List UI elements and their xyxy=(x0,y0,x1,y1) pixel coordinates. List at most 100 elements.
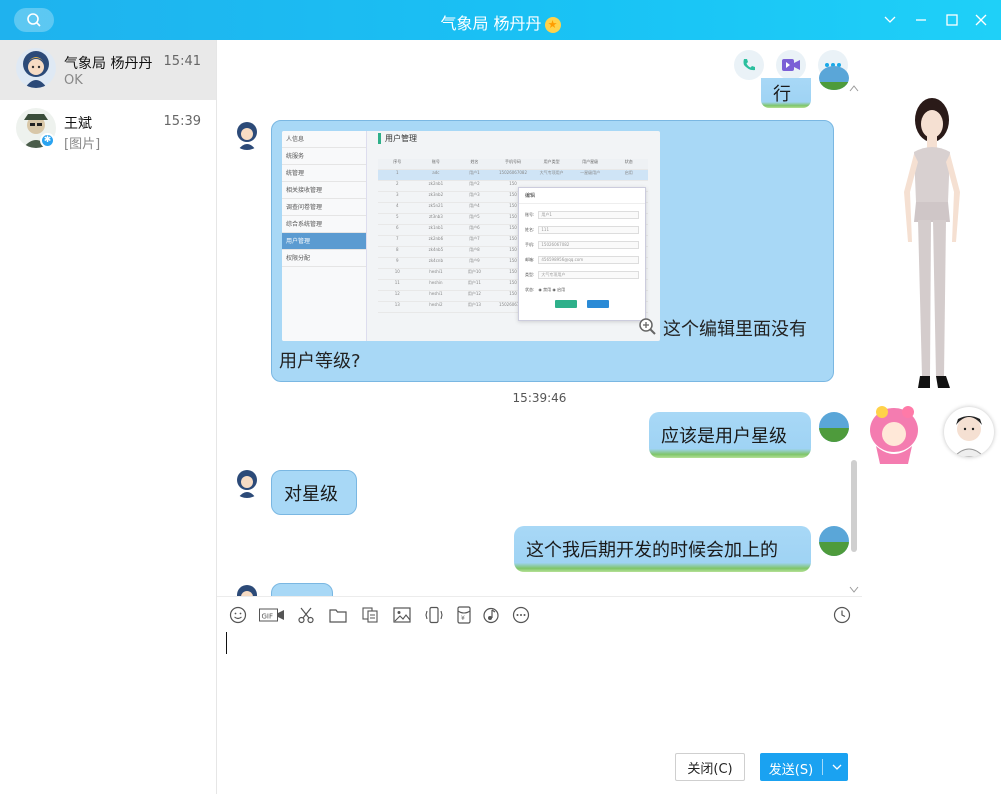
screenshot-dialog-title: 编辑 xyxy=(519,188,645,204)
screenshot-table-cell: 用户11 xyxy=(467,280,481,285)
contact-preview: OK xyxy=(64,73,83,88)
scroll-down-icon[interactable] xyxy=(849,586,859,594)
screenshot-table-cell: 用户12 xyxy=(467,291,481,296)
emoji-icon xyxy=(229,606,247,624)
screenshot-table-cell: adc xyxy=(432,170,440,175)
screenshot-table-cell: zk2nb1 xyxy=(428,181,444,186)
close-window-button[interactable] xyxy=(971,10,991,30)
contact-time: 15:41 xyxy=(163,54,201,69)
shake-icon xyxy=(425,606,443,624)
screenshot-dialog-field: 手机: 15026067082 xyxy=(525,241,639,249)
red-packet-button[interactable]: ¥ xyxy=(453,604,475,626)
send-button[interactable]: 发送(S) xyxy=(760,753,848,781)
send-options-button[interactable] xyxy=(826,753,848,781)
screenshot-table-cell: 用户星级 xyxy=(582,159,599,164)
chat-history[interactable]: 行 人信息 统服务 统管理 相关接收管理 调查问卷管理 综合系统管理 用户管理 … xyxy=(217,40,862,596)
contact-name: 气象局 杨丹丹 xyxy=(64,56,153,72)
shake-button[interactable] xyxy=(423,604,445,626)
screenshot-dialog-field: 邮箱: 456598956@qq.com xyxy=(525,256,639,264)
folder-icon xyxy=(329,609,347,623)
screenshot-dialog: 编辑 账号: 用户1 姓名: 111 手机: 15026067082 邮箱: 45659895… xyxy=(518,187,646,321)
message-bubble: 对星级 xyxy=(271,470,357,515)
screenshot-table-cell: 2 xyxy=(396,181,399,186)
screenshot-table-cell: zk4nb5 xyxy=(428,247,444,252)
scissors-icon xyxy=(298,607,314,624)
screenshot-table-cell: 用户13 xyxy=(467,302,481,307)
avatar xyxy=(232,120,262,150)
message-timestamp: 15:39:46 xyxy=(512,391,567,405)
screenshot-table-cell: 9 xyxy=(396,258,399,263)
screenshot-sidebar-item: 统服务 xyxy=(282,148,366,165)
screenshot-button[interactable] xyxy=(295,604,317,626)
gif-button[interactable]: GIF xyxy=(259,604,285,626)
music-icon xyxy=(483,607,499,624)
screenshot-table-cell: 大气专项用户 xyxy=(539,170,564,175)
screenshot-table-cell: 15026067082 xyxy=(499,170,528,175)
scrollbar[interactable] xyxy=(851,460,857,552)
minimize-icon xyxy=(916,19,926,21)
screenshot-image[interactable]: 人信息 统服务 统管理 相关接收管理 调查问卷管理 综合系统管理 用户管理 权限… xyxy=(282,131,660,341)
screenshot-dialog-field: 类型: 大气专项用户 xyxy=(525,271,639,279)
minimize-button[interactable] xyxy=(911,10,931,30)
screenshot-sidebar-item: 相关接收管理 xyxy=(282,182,366,199)
message-bubble: 应该是用户星级 xyxy=(649,412,811,458)
window-title-text: 气象局 杨丹丹 xyxy=(440,14,542,33)
input-toolbar: GIF ¥ xyxy=(217,596,862,632)
screenshot-table-cell: 用户5 xyxy=(469,214,480,219)
screenshot-sidebar-item: 用户管理 xyxy=(282,233,366,250)
screenshot-table-cell: 用户类型 xyxy=(543,159,560,164)
music-button[interactable] xyxy=(480,604,502,626)
avatar xyxy=(819,412,849,442)
show-panel xyxy=(862,40,1001,794)
screenshot-table-cell: 4 xyxy=(396,203,399,208)
message-input[interactable]: 关闭(C) 发送(S) xyxy=(217,632,862,794)
screenshot-table-cell: 用户1 xyxy=(469,170,480,175)
contact-item[interactable]: ✱ 王斌 15:39 [图片] xyxy=(0,100,216,160)
image-button[interactable] xyxy=(391,604,413,626)
screenshot-table-cell: 11 xyxy=(394,280,400,285)
screenshot-table-cell: 用户7 xyxy=(469,236,480,241)
avatar[interactable] xyxy=(944,407,994,457)
video-call-button[interactable] xyxy=(776,50,806,80)
close-button-label: 关闭(C) xyxy=(687,761,733,777)
scroll-up-icon[interactable] xyxy=(849,84,859,92)
screenshot-table-cell: 手机号码 xyxy=(505,159,522,164)
avatar xyxy=(819,66,849,90)
emoji-button[interactable] xyxy=(227,604,249,626)
screenshot-table-cell: 用户9 xyxy=(469,258,480,263)
file-button[interactable] xyxy=(327,604,349,626)
screenshot-table-cell: zk3nb2 xyxy=(428,192,444,197)
screenshot-table-cell: 10 xyxy=(394,269,400,274)
close-button[interactable]: 关闭(C) xyxy=(675,753,745,781)
message-bubble xyxy=(271,583,333,596)
maximize-button[interactable] xyxy=(942,10,962,30)
more-tools-button[interactable] xyxy=(510,604,532,626)
voice-call-button[interactable] xyxy=(734,50,764,80)
maximize-icon xyxy=(946,14,958,26)
screenshot-table-cell: 5 xyxy=(396,214,399,219)
contact-item[interactable]: 气象局 杨丹丹 15:41 OK xyxy=(0,40,216,100)
screenshot-table-cell: 账号 xyxy=(431,159,440,164)
screenshot-table-cell: 用户4 xyxy=(469,203,480,208)
screenshot-table-cell: 用户2 xyxy=(469,181,480,186)
collapse-button[interactable] xyxy=(880,10,900,30)
clock-icon xyxy=(833,606,851,624)
message-text: 行 xyxy=(773,84,791,105)
message-text: 用户等级? xyxy=(279,351,361,372)
doc-button[interactable] xyxy=(359,604,381,626)
zoom-in-icon[interactable] xyxy=(638,317,656,335)
contact-time: 15:39 xyxy=(163,114,201,129)
title-bar: 气象局 杨丹丹 ★ xyxy=(0,0,1001,40)
screenshot-table-cell: heshin xyxy=(429,280,443,285)
screenshot-table-cell: 一星级用户 xyxy=(580,170,601,175)
screenshot-table-cell: 用户10 xyxy=(467,269,481,274)
svg-text:GIF: GIF xyxy=(262,613,274,621)
message-text: 这个我后期开发的时候会加上的 xyxy=(526,540,778,561)
screenshot-table-cell: 6 xyxy=(396,225,399,230)
screenshot-table-cell: heshi1 xyxy=(429,291,443,296)
cartoon-character-icon xyxy=(870,406,918,464)
screenshot-table-cell: 状态 xyxy=(624,159,633,164)
history-button[interactable] xyxy=(831,604,853,626)
screenshot-table-cell: 序号 xyxy=(393,159,402,164)
avatar xyxy=(232,583,262,596)
